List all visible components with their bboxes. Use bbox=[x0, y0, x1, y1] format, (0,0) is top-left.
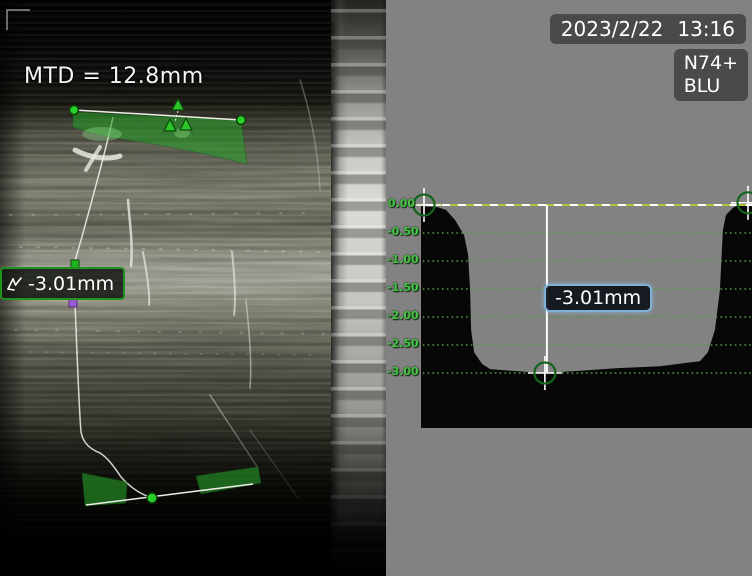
profile-area bbox=[421, 202, 752, 428]
datetime-badge: 2023/2/22 13:16 bbox=[550, 14, 746, 44]
depth-cursor-square-purple[interactable] bbox=[69, 299, 77, 307]
y-axis-tick-label: -0.50 bbox=[387, 225, 415, 239]
y-axis-tick-label: -3.00 bbox=[387, 365, 415, 379]
depth-profile-panel: 0.00 -0.50 -1.00 -1.50 -2.00 -2.50 -3.00… bbox=[386, 0, 752, 576]
depth-result-badge: -3.01mm bbox=[0, 267, 125, 300]
y-axis-tick-label: -2.00 bbox=[387, 309, 415, 323]
profile-cut-line bbox=[75, 117, 150, 497]
date-text: 2023/2/22 bbox=[561, 17, 664, 41]
y-axis-tick-label: -2.50 bbox=[387, 337, 415, 351]
depth-point-marker[interactable] bbox=[147, 493, 157, 503]
mtd-distance-label: MTD = 12.8mm bbox=[24, 64, 204, 89]
time-text: 13:16 bbox=[677, 17, 735, 41]
reference-endpoint-marker[interactable] bbox=[70, 106, 79, 115]
reference-region-top bbox=[73, 112, 247, 164]
reference-endpoint-marker[interactable] bbox=[237, 116, 246, 125]
videoscope-measurement-screen: MTD = 12.8mm -3.01mm bbox=[0, 0, 752, 576]
probe-model-line1: N74+ bbox=[684, 52, 738, 75]
probe-model-line2: BLU bbox=[684, 75, 738, 98]
y-axis-tick-label: -1.00 bbox=[387, 253, 415, 267]
y-axis-tick-label: -1.50 bbox=[387, 281, 415, 295]
y-axis-tick-label: 0.00 bbox=[387, 197, 415, 211]
probe-model-badge: N74+ BLU bbox=[674, 49, 748, 101]
camera-view-panel: MTD = 12.8mm -3.01mm bbox=[0, 0, 386, 576]
depth-result-value: -3.01mm bbox=[28, 273, 114, 295]
depth-measure-icon bbox=[5, 274, 25, 294]
corner-bracket-icon bbox=[7, 10, 30, 30]
depth-callout-badge: -3.01mm bbox=[544, 284, 652, 312]
